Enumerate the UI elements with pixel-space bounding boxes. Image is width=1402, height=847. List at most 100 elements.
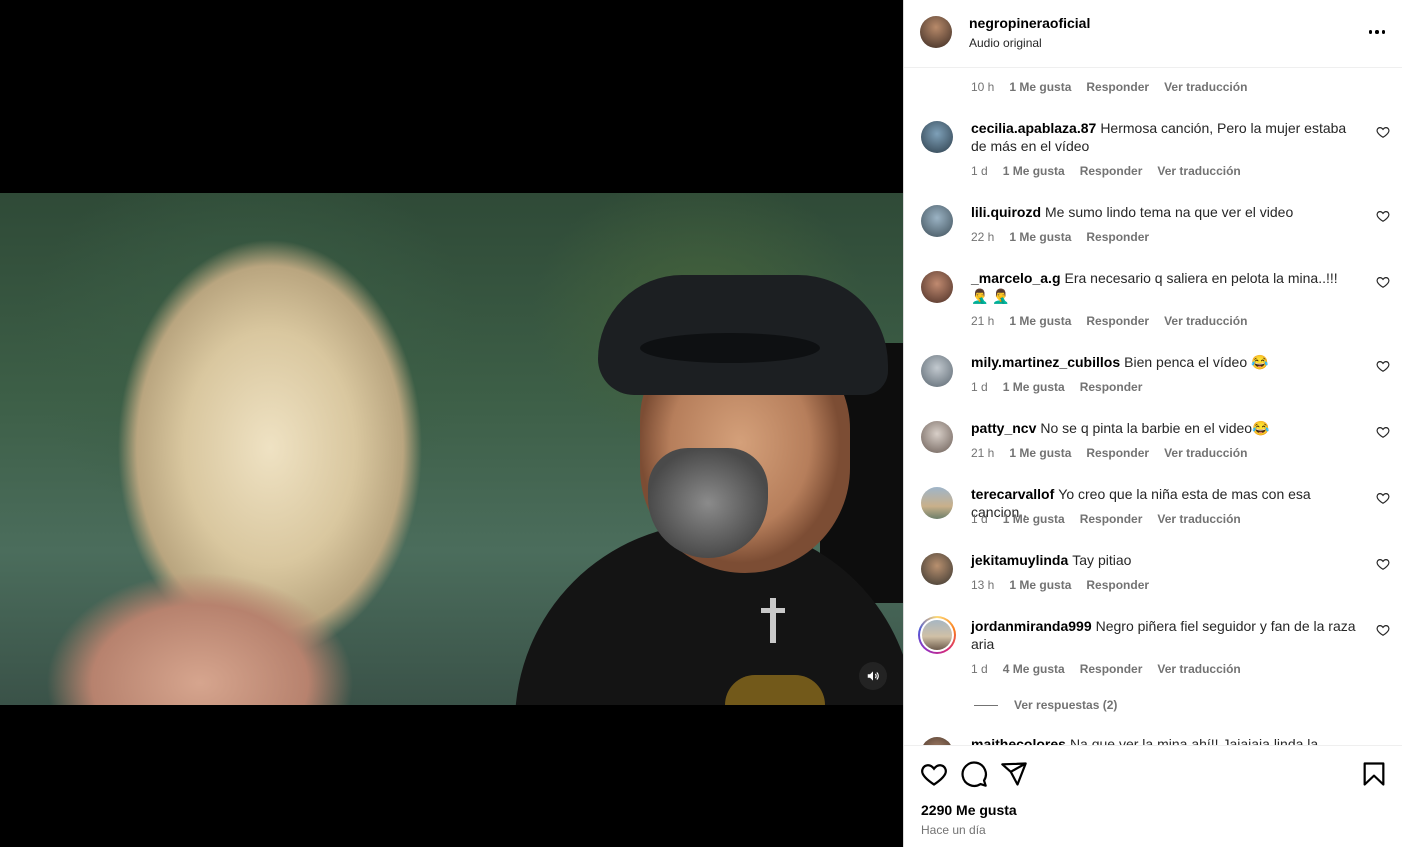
comment-body: No se q pinta la barbie en el video😂 xyxy=(1040,420,1270,436)
comment-meta: 1 d 1 Me gusta Responder xyxy=(971,380,1157,394)
instagram-post-view: negropineraoficial Audio original 10 h 1… xyxy=(0,0,1402,847)
translate-button[interactable]: Ver traducción xyxy=(1157,164,1240,178)
comment-body: Bien penca el vídeo 😂 xyxy=(1124,354,1269,370)
commenter-username[interactable]: patty_ncv xyxy=(971,420,1036,436)
reply-button[interactable]: Responder xyxy=(1080,662,1143,676)
comment-time: 1 d xyxy=(971,662,988,676)
reply-button[interactable]: Responder xyxy=(1080,380,1143,394)
comment-likes[interactable]: 1 Me gusta xyxy=(1009,446,1071,460)
post-actions xyxy=(920,760,1388,788)
like-comment-heart-icon[interactable] xyxy=(1376,425,1390,439)
video-player[interactable] xyxy=(0,193,903,705)
comment-meta: 22 h 1 Me gusta Responder xyxy=(971,230,1164,244)
commenter-username[interactable]: mily.martinez_cubillos xyxy=(971,354,1120,370)
reply-button[interactable]: Responder xyxy=(1080,164,1143,178)
comment-meta: 13 h 1 Me gusta Responder xyxy=(971,578,1164,592)
comment-text: jekitamuylinda Tay pitiao xyxy=(971,551,1356,569)
comment-likes[interactable]: 1 Me gusta xyxy=(1003,512,1065,526)
view-replies-label: Ver respuestas (2) xyxy=(1014,698,1118,712)
comment-time: 1 d xyxy=(971,380,988,394)
save-bookmark-icon[interactable] xyxy=(1360,760,1388,788)
reply-button[interactable]: Responder xyxy=(1086,578,1149,592)
video-scene-man-cap-brim xyxy=(640,333,820,363)
like-heart-icon[interactable] xyxy=(920,760,948,788)
commenter-avatar[interactable] xyxy=(921,737,953,745)
commenter-username[interactable]: lili.quirozd xyxy=(971,204,1041,220)
commenter-avatar[interactable] xyxy=(921,355,953,387)
comment-meta: 1 d 1 Me gusta Responder Ver traducción xyxy=(971,512,1256,526)
translate-button[interactable]: Ver traducción xyxy=(1164,446,1247,460)
like-comment-heart-icon[interactable] xyxy=(1376,125,1390,139)
comment-time: 21 h xyxy=(971,446,995,460)
story-ring[interactable] xyxy=(918,616,956,654)
reply-button[interactable]: Responder xyxy=(1086,314,1149,328)
like-comment-heart-icon[interactable] xyxy=(1376,359,1390,373)
like-comment-heart-icon[interactable] xyxy=(1376,623,1390,637)
commenter-avatar[interactable] xyxy=(922,620,952,650)
like-comment-heart-icon[interactable] xyxy=(1376,275,1390,289)
video-scene-woman-shoulder xyxy=(40,523,400,705)
commenter-avatar[interactable] xyxy=(921,121,953,153)
reply-button[interactable]: Responder xyxy=(1080,512,1143,526)
view-replies-button[interactable]: Ver respuestas (2) xyxy=(974,698,1117,712)
comment-bubble-icon[interactable] xyxy=(960,760,988,788)
speaker-icon xyxy=(867,671,879,681)
post-footer: 2290 Me gusta Hace un día xyxy=(904,745,1402,847)
audio-label[interactable]: Audio original xyxy=(969,36,1042,50)
reply-button[interactable]: Responder xyxy=(1086,446,1149,460)
commenter-avatar[interactable] xyxy=(921,271,953,303)
comments-list[interactable]: 10 h 1 Me gusta Responder Ver traducción… xyxy=(904,68,1402,745)
comment-time: 10 h xyxy=(971,80,995,94)
comment-text: maithecolores Na que ver la mina ahí!! Ja… xyxy=(971,735,1356,745)
reply-button[interactable]: Responder xyxy=(1086,230,1149,244)
commenter-avatar[interactable] xyxy=(921,205,953,237)
like-comment-heart-icon[interactable] xyxy=(1376,557,1390,571)
commenter-avatar[interactable] xyxy=(921,553,953,585)
post-header: negropineraoficial Audio original xyxy=(904,0,1402,68)
view-replies-line xyxy=(974,704,998,706)
comment-likes[interactable]: 1 Me gusta xyxy=(1009,230,1071,244)
comment-body: Me sumo lindo tema na que ver el video xyxy=(1045,204,1294,220)
commenter-username[interactable]: cecilia.apablaza.87 xyxy=(971,120,1096,136)
translate-button[interactable]: Ver traducción xyxy=(1164,314,1247,328)
video-scene-cross-necklace xyxy=(761,598,785,643)
translate-button[interactable]: Ver traducción xyxy=(1157,512,1240,526)
commenter-avatar[interactable] xyxy=(921,487,953,519)
comment-body: Tay pitiao xyxy=(1072,552,1132,568)
translate-button[interactable]: Ver traducción xyxy=(1164,80,1247,94)
comment-time: 22 h xyxy=(971,230,995,244)
commenter-username[interactable]: terecarvallof xyxy=(971,486,1054,502)
comment-likes[interactable]: 1 Me gusta xyxy=(1009,80,1071,94)
commenter-avatar[interactable] xyxy=(921,421,953,453)
comment-likes[interactable]: 1 Me gusta xyxy=(1009,314,1071,328)
like-comment-heart-icon[interactable] xyxy=(1376,491,1390,505)
comment-likes[interactable]: 1 Me gusta xyxy=(1003,164,1065,178)
comment-text: cecilia.apablaza.87 Hermosa canción, Pero… xyxy=(971,119,1356,155)
author-avatar[interactable] xyxy=(920,16,952,48)
post-likes-count[interactable]: 2290 Me gusta xyxy=(921,802,1017,818)
audio-toggle-button[interactable] xyxy=(859,662,887,690)
commenter-username[interactable]: maithecolores xyxy=(971,736,1066,745)
comment-likes[interactable]: 1 Me gusta xyxy=(1003,380,1065,394)
like-comment-heart-icon[interactable] xyxy=(1376,209,1390,223)
more-options-icon[interactable] xyxy=(1363,20,1391,44)
video-scene-shirt-print xyxy=(725,675,825,705)
comment-text: patty_ncv No se q pinta la barbie en el v… xyxy=(971,419,1356,437)
share-send-icon[interactable] xyxy=(1000,760,1028,788)
comment-meta: 1 d 4 Me gusta Responder Ver traducción xyxy=(971,662,1256,676)
commenter-username[interactable]: jordanmiranda999 xyxy=(971,618,1092,634)
comment-text: mily.martinez_cubillos Bien penca el víde… xyxy=(971,353,1356,371)
commenter-username[interactable]: _marcelo_a.g xyxy=(971,270,1061,286)
comment-time: 1 d xyxy=(971,164,988,178)
comment-meta: 21 h 1 Me gusta Responder Ver traducción xyxy=(971,314,1262,328)
comment-likes[interactable]: 1 Me gusta xyxy=(1009,578,1071,592)
post-timestamp[interactable]: Hace un día xyxy=(921,823,986,837)
translate-button[interactable]: Ver traducción xyxy=(1157,662,1240,676)
comment-meta: 10 h 1 Me gusta Responder Ver traducción xyxy=(971,80,1262,94)
reply-button[interactable]: Responder xyxy=(1086,80,1149,94)
author-username[interactable]: negropineraoficial xyxy=(969,15,1090,31)
commenter-username[interactable]: jekitamuylinda xyxy=(971,552,1068,568)
comment-text: _marcelo_a.g Era necesario q saliera en p… xyxy=(971,269,1356,305)
story-ring-gap xyxy=(920,618,954,652)
comment-likes[interactable]: 4 Me gusta xyxy=(1003,662,1065,676)
